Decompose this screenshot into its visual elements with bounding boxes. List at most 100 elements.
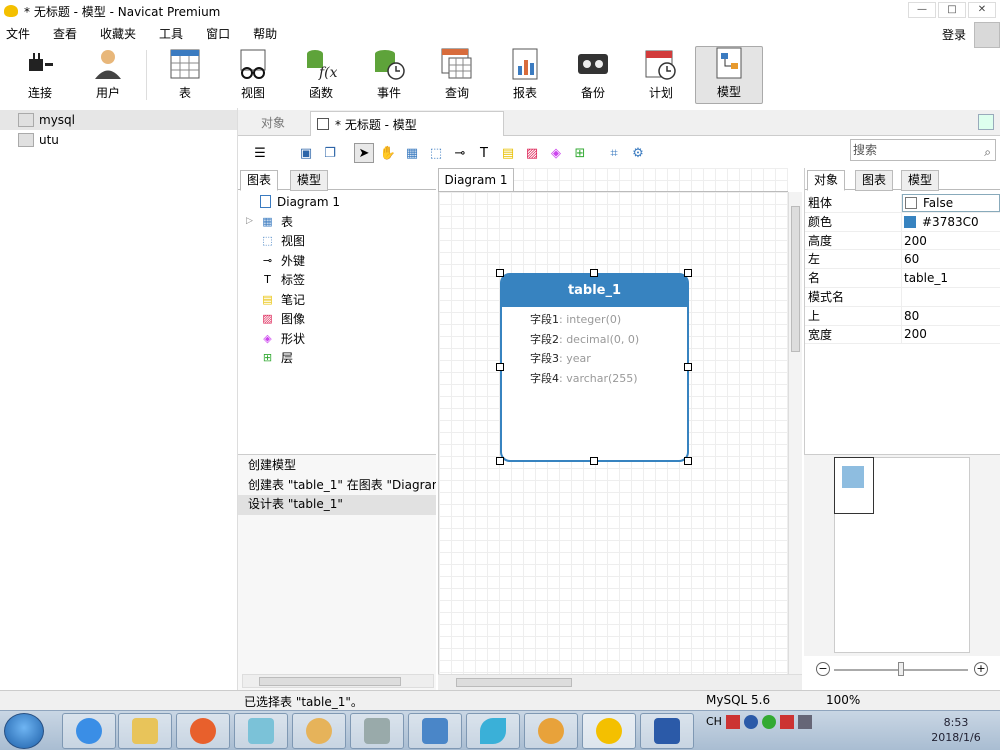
taskbar-bird[interactable] <box>466 713 520 749</box>
backup-button[interactable]: 备份 <box>559 46 627 104</box>
tab-diagram-props[interactable]: 图表 <box>855 170 894 191</box>
property-row-schema[interactable]: 模式名 <box>805 287 1000 307</box>
resize-handle[interactable] <box>496 457 504 465</box>
minimap[interactable] <box>804 454 1000 656</box>
tab-diagram[interactable]: 图表 <box>240 170 279 191</box>
save-as-icon[interactable]: ❐ <box>320 143 340 163</box>
resize-handle[interactable] <box>590 269 598 277</box>
history-item[interactable]: 创建表 "table_1" 在图表 "Diagram 1" <box>238 476 436 496</box>
property-row-height[interactable]: 高度 200 <box>805 231 1000 251</box>
user-button[interactable]: 用户 <box>74 46 142 104</box>
property-value[interactable]: 80 <box>902 307 1000 325</box>
note-icon[interactable]: ▤ <box>498 143 518 163</box>
menu-view[interactable]: 查看 <box>47 25 90 42</box>
tree-item-notes[interactable]: ▤ 笔记 <box>238 290 436 310</box>
image-icon[interactable]: ▨ <box>522 143 542 163</box>
tab-object-props[interactable]: 对象 <box>807 170 846 191</box>
tray-icon[interactable] <box>725 715 740 729</box>
entity-table-1[interactable]: table_1 字段1: integer(0) 字段2: decimal(0, … <box>500 273 689 462</box>
entity-field[interactable]: 字段3: year <box>502 349 687 369</box>
tab-objects[interactable]: 对象 <box>238 110 308 136</box>
shape-icon[interactable]: ◈ <box>546 143 566 163</box>
pointer-icon[interactable]: ➤ <box>354 143 374 163</box>
taskbar-remote[interactable] <box>408 713 462 749</box>
property-value[interactable]: #3783C0 <box>902 213 1000 231</box>
zoom-knob[interactable] <box>898 662 904 676</box>
entity-field[interactable]: 字段4: varchar(255) <box>502 369 687 389</box>
taskbar-firefox[interactable] <box>176 713 230 749</box>
save-icon[interactable]: ▣ <box>296 143 316 163</box>
menu-file[interactable]: 文件 <box>0 25 43 42</box>
property-row-name[interactable]: 名 table_1 <box>805 269 1000 288</box>
query-button[interactable]: 查询 <box>423 46 491 104</box>
scroll-thumb[interactable] <box>259 677 401 686</box>
tree-item-images[interactable]: ▨ 图像 <box>238 309 436 329</box>
hamburger-menu-icon[interactable]: ☰ <box>250 143 270 163</box>
history-scrollbar[interactable] <box>242 674 434 688</box>
menu-help[interactable]: 帮助 <box>247 25 290 42</box>
tab-model-props[interactable]: 模型 <box>901 170 940 191</box>
checkbox[interactable] <box>905 196 917 209</box>
connection-item-utu[interactable]: utu <box>0 130 237 150</box>
property-value[interactable]: 60 <box>902 250 1000 268</box>
connection-item-mysql[interactable]: mysql <box>0 110 237 130</box>
menu-favorites[interactable]: 收藏夹 <box>94 25 149 42</box>
tree-item-layers[interactable]: ⊞ 层 <box>238 348 436 368</box>
minimize-button[interactable]: — <box>908 2 936 18</box>
scroll-thumb[interactable] <box>791 206 800 352</box>
menu-window[interactable]: 窗口 <box>200 25 243 42</box>
entity-field[interactable]: 字段2: decimal(0, 0) <box>502 330 687 350</box>
tree-item-tables[interactable]: ▷ ▦ 表 <box>238 212 436 232</box>
tree-item-shapes[interactable]: ◈ 形状 <box>238 329 436 349</box>
foreign-key-icon[interactable]: ⊸ <box>450 143 470 163</box>
resize-handle[interactable] <box>684 363 692 371</box>
expand-arrow-icon[interactable]: ▷ <box>246 216 260 226</box>
property-value[interactable]: 200 <box>902 326 1000 344</box>
table-button[interactable]: 表 <box>151 46 219 104</box>
layer-icon[interactable]: ⊞ <box>570 143 590 163</box>
canvas-vertical-scrollbar[interactable] <box>788 192 802 674</box>
model-button[interactable]: 模型 <box>695 46 763 104</box>
scroll-thumb[interactable] <box>456 678 572 687</box>
tree-item-views[interactable]: ⬚ 视图 <box>238 231 436 251</box>
property-value[interactable] <box>902 288 1000 306</box>
taskbar-calculator[interactable] <box>350 713 404 749</box>
history-item[interactable]: 创建模型 <box>238 456 436 476</box>
report-button[interactable]: 报表 <box>491 46 559 104</box>
tab-diagram-1[interactable]: Diagram 1 <box>438 168 514 192</box>
zoom-in-icon[interactable]: + <box>974 662 988 676</box>
minimap-viewport[interactable] <box>834 457 874 514</box>
resize-handle[interactable] <box>684 457 692 465</box>
canvas-horizontal-scrollbar[interactable] <box>438 674 802 690</box>
start-button[interactable] <box>4 713 44 749</box>
label-icon[interactable]: T <box>474 143 494 163</box>
property-row-left[interactable]: 左 60 <box>805 250 1000 270</box>
tab-model[interactable]: * 无标题 - 模型 <box>310 111 504 136</box>
taskbar-navicat[interactable] <box>582 713 636 749</box>
resize-handle[interactable] <box>590 457 598 465</box>
account-avatar[interactable] <box>974 22 1000 48</box>
property-value[interactable]: table_1 <box>902 269 1000 287</box>
taskbar-explorer[interactable] <box>118 713 172 749</box>
taskbar-word[interactable] <box>640 713 694 749</box>
taskbar-clock[interactable]: 8:53 2018/1/6 <box>916 715 996 745</box>
property-value[interactable]: False <box>902 194 1000 212</box>
tree-item-foreign-keys[interactable]: ⊸ 外键 <box>238 251 436 271</box>
network-icon[interactable] <box>797 715 812 729</box>
model-settings-icon[interactable]: ⚙ <box>628 143 648 163</box>
new-view-icon[interactable]: ⬚ <box>426 143 446 163</box>
maximize-button[interactable]: □ <box>938 2 966 18</box>
property-row-width[interactable]: 宽度 200 <box>805 325 1000 345</box>
resize-handle[interactable] <box>496 363 504 371</box>
schedule-button[interactable]: 计划 <box>627 46 695 104</box>
tree-item-diagram[interactable]: Diagram 1 <box>238 192 436 212</box>
function-button[interactable]: f(x) 函数 <box>287 46 355 104</box>
menu-tools[interactable]: 工具 <box>153 25 196 42</box>
help-icon[interactable] <box>743 715 758 729</box>
auto-layout-icon[interactable]: ⌗ <box>604 143 624 163</box>
zoom-slider[interactable]: − + <box>804 660 1000 680</box>
property-row-color[interactable]: 颜色 #3783C0 <box>805 212 1000 232</box>
taskbar-search-app[interactable] <box>524 713 578 749</box>
entity-field[interactable]: 字段1: integer(0) <box>502 310 687 330</box>
taskbar-paint[interactable] <box>292 713 346 749</box>
